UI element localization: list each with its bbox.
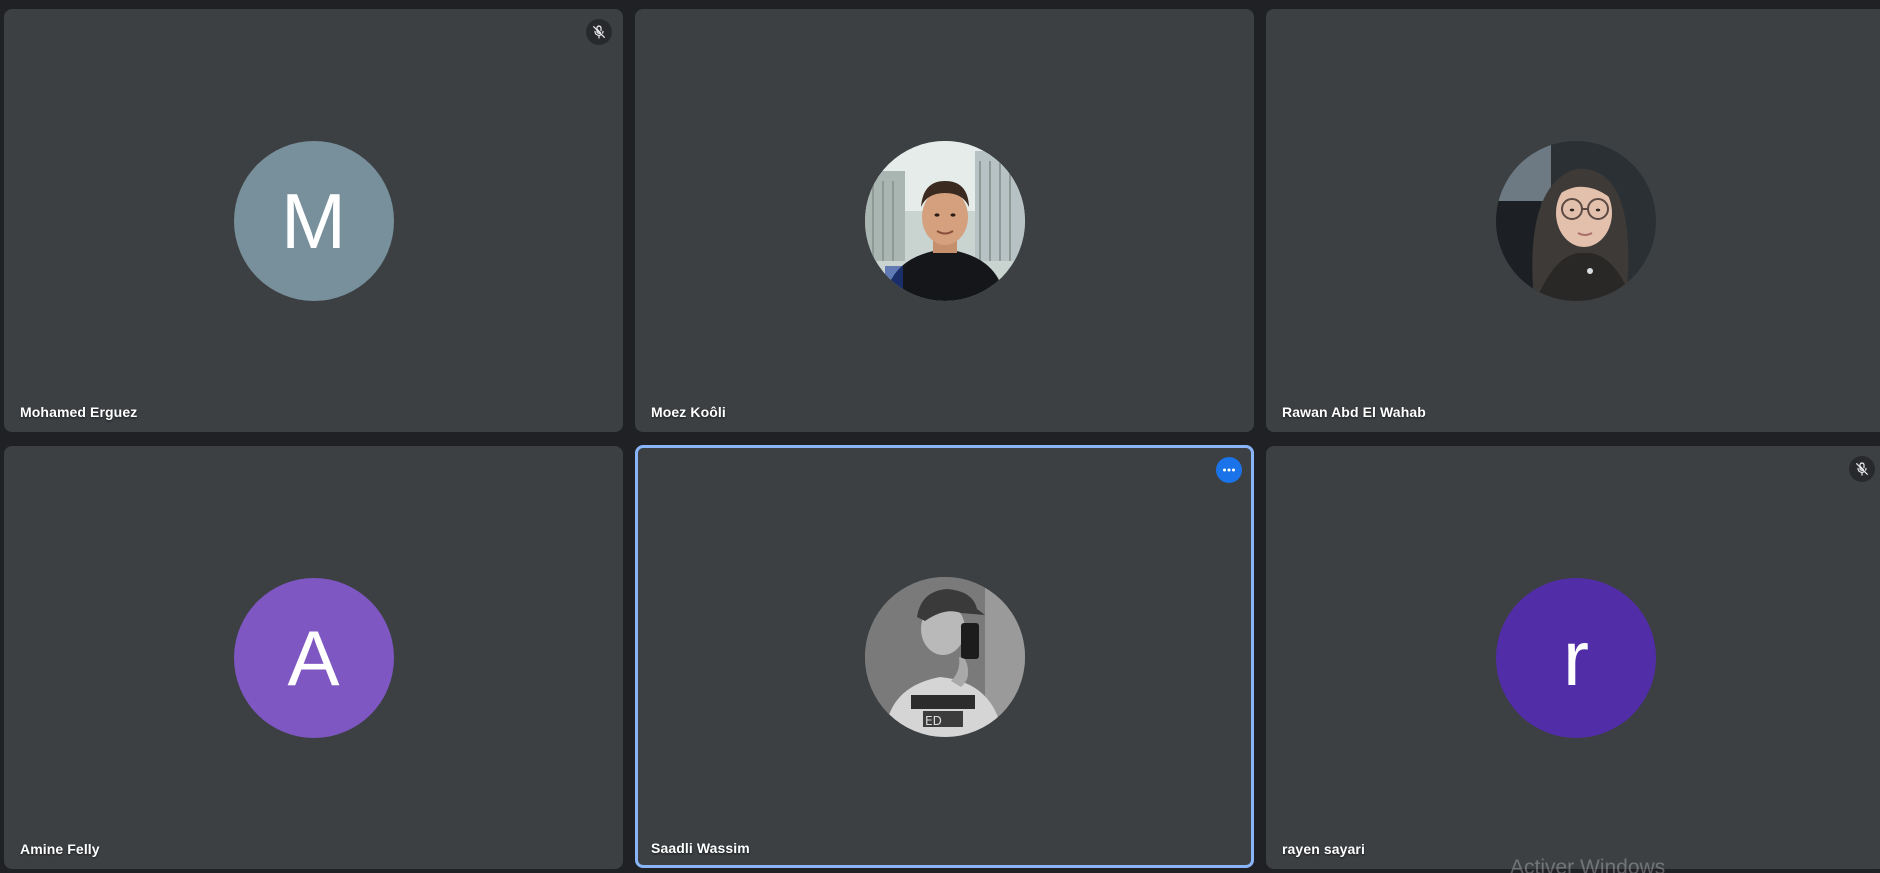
participant-name: Moez Koôli (651, 404, 726, 420)
participant-tile-moez-kooli[interactable]: Moez Koôli (635, 9, 1254, 432)
avatar (1496, 140, 1656, 301)
participant-name: Mohamed Erguez (20, 404, 138, 420)
participant-name: Saadli Wassim (651, 840, 750, 856)
avatar: M (233, 140, 394, 301)
avatar: r (1496, 577, 1656, 738)
participant-tile-rayen-sayari[interactable]: r rayen sayari (1266, 446, 1880, 869)
avatar (864, 140, 1025, 301)
participant-name: Amine Felly (20, 841, 100, 857)
avatar: ED (864, 576, 1025, 737)
person-photo-icon (1496, 140, 1656, 301)
avatar-letter: r (1563, 613, 1589, 702)
meeting-grid: M Mohamed Erguez Moez Koôli Rawan Abd El… (0, 0, 1880, 873)
more-horizontal-icon (1223, 468, 1235, 472)
person-photo-icon: ED (864, 576, 1025, 737)
participant-tile-saadli-wassim[interactable]: ED Saadli Wassim (635, 445, 1254, 868)
avatar: A (233, 577, 394, 738)
participant-tile-amine-felly[interactable]: A Amine Felly (4, 446, 623, 869)
activate-windows-watermark: Activer Windows (1510, 856, 1666, 873)
participant-name: rayen sayari (1282, 841, 1365, 857)
mic-off-icon (586, 19, 612, 45)
avatar-letter: M (281, 176, 346, 265)
participant-tile-rawan-abd-el-wahab[interactable]: Rawan Abd El Wahab (1266, 9, 1880, 432)
participant-tile-mohamed-erguez[interactable]: M Mohamed Erguez (4, 9, 623, 432)
person-photo-icon (864, 140, 1025, 301)
svg-text:ED: ED (925, 714, 942, 728)
avatar-letter: A (287, 613, 340, 702)
mic-off-icon (1849, 456, 1875, 482)
participant-name: Rawan Abd El Wahab (1282, 404, 1426, 420)
more-options-button[interactable] (1216, 457, 1242, 483)
